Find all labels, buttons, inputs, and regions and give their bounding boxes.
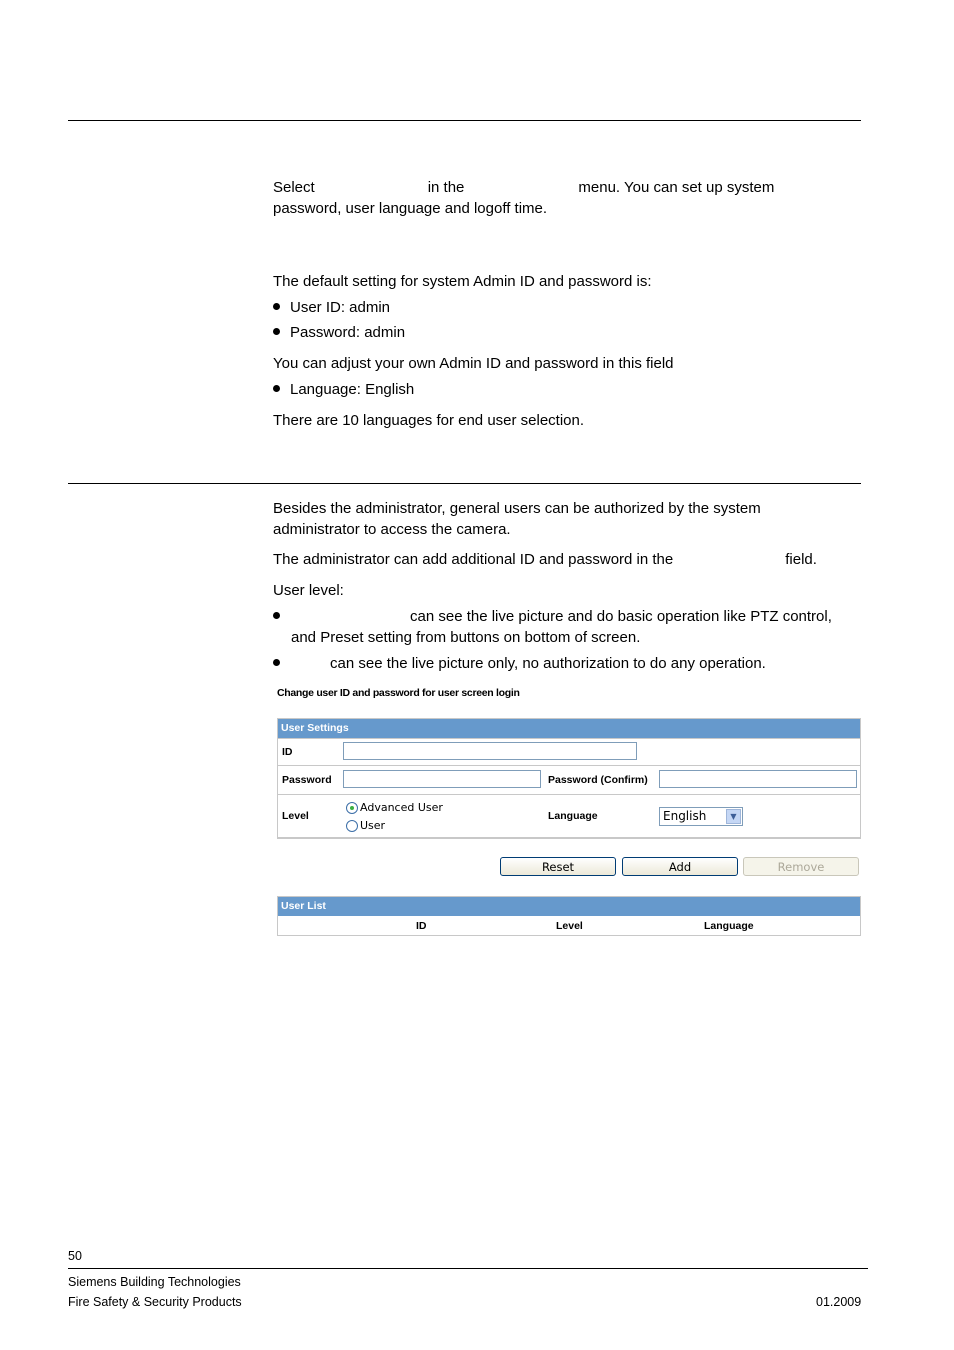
screenshot-caption: Change user ID and password for user scr… <box>277 687 520 699</box>
password-confirm-label: Password (Confirm) <box>548 774 648 786</box>
header-rule <box>68 120 861 121</box>
bullet-advanced-user: can see the live picture and do basic op… <box>273 606 863 648</box>
user-settings-panel: User Settings ID Password Password (Conf… <box>277 718 861 839</box>
level-label: Level <box>282 810 309 822</box>
radio-selected-icon[interactable] <box>346 801 358 814</box>
radio-user[interactable]: User <box>346 819 385 832</box>
users-paragraph: Besides the administrator, general users… <box>273 500 761 538</box>
language-label: Language <box>548 810 598 822</box>
page-number: 50 <box>68 1249 82 1263</box>
id-row: ID <box>278 738 860 765</box>
languages-text: There are 10 languages for end user sele… <box>273 412 585 429</box>
chevron-down-icon[interactable]: ▼ <box>726 809 741 824</box>
user-list-title: User List <box>278 897 860 916</box>
radio-unselected-icon[interactable] <box>346 819 358 832</box>
add-button[interactable]: Add <box>622 857 738 876</box>
bullet-dot-icon <box>273 303 280 310</box>
intro-paragraph: Select in the menu. You can set up system … <box>273 177 774 219</box>
bullet-dot-icon <box>273 612 280 619</box>
bullet-user: can see the live picture only, no author… <box>273 653 766 674</box>
intro-in-the: in the <box>427 179 465 196</box>
section-rule <box>68 483 861 484</box>
bullet-password: Password: admin <box>273 322 405 343</box>
level-row: Level Advanced User User Language Englis… <box>278 794 860 838</box>
password-row: Password Password (Confirm) <box>278 765 860 794</box>
user-list-header-row: ID Level Language <box>278 916 860 935</box>
bullet-dot-icon <box>273 328 280 335</box>
column-header-id: ID <box>416 920 427 932</box>
intro-select: Select <box>273 179 315 196</box>
footer-division: Fire Safety & Security Products <box>68 1295 242 1309</box>
default-setting-text: The default setting for system Admin ID … <box>273 273 652 290</box>
column-header-level: Level <box>556 920 583 932</box>
remove-button[interactable]: Remove <box>743 857 859 876</box>
user-list-panel: User List ID Level Language <box>277 896 861 936</box>
password-confirm-input[interactable] <box>659 770 857 788</box>
footer-company: Siemens Building Technologies <box>68 1275 241 1289</box>
adjust-text: You can adjust your own Admin ID and pas… <box>273 355 674 372</box>
add-id-paragraph: The administrator can add additional ID … <box>273 551 817 568</box>
bullet-dot-icon <box>273 385 280 392</box>
language-select[interactable]: English ▼ <box>659 807 743 826</box>
footer-rule <box>68 1268 868 1269</box>
password-label: Password <box>282 774 332 786</box>
id-label: ID <box>282 746 293 758</box>
column-header-language: Language <box>704 920 754 932</box>
radio-advanced-user[interactable]: Advanced User <box>346 801 443 814</box>
bullet-user-id: User ID: admin <box>273 297 390 318</box>
bullet-language: Language: English <box>273 379 414 400</box>
intro-line2: password, user language and logoff time. <box>273 200 548 217</box>
user-level-label: User level: <box>273 582 344 599</box>
id-input[interactable] <box>343 742 637 760</box>
user-settings-title: User Settings <box>278 719 860 738</box>
footer-date: 01.2009 <box>816 1295 862 1309</box>
password-input[interactable] <box>343 770 541 788</box>
intro-menu-rest: menu. You can set up system <box>578 179 775 196</box>
reset-button[interactable]: Reset <box>500 857 616 876</box>
bullet-dot-icon <box>273 659 280 666</box>
